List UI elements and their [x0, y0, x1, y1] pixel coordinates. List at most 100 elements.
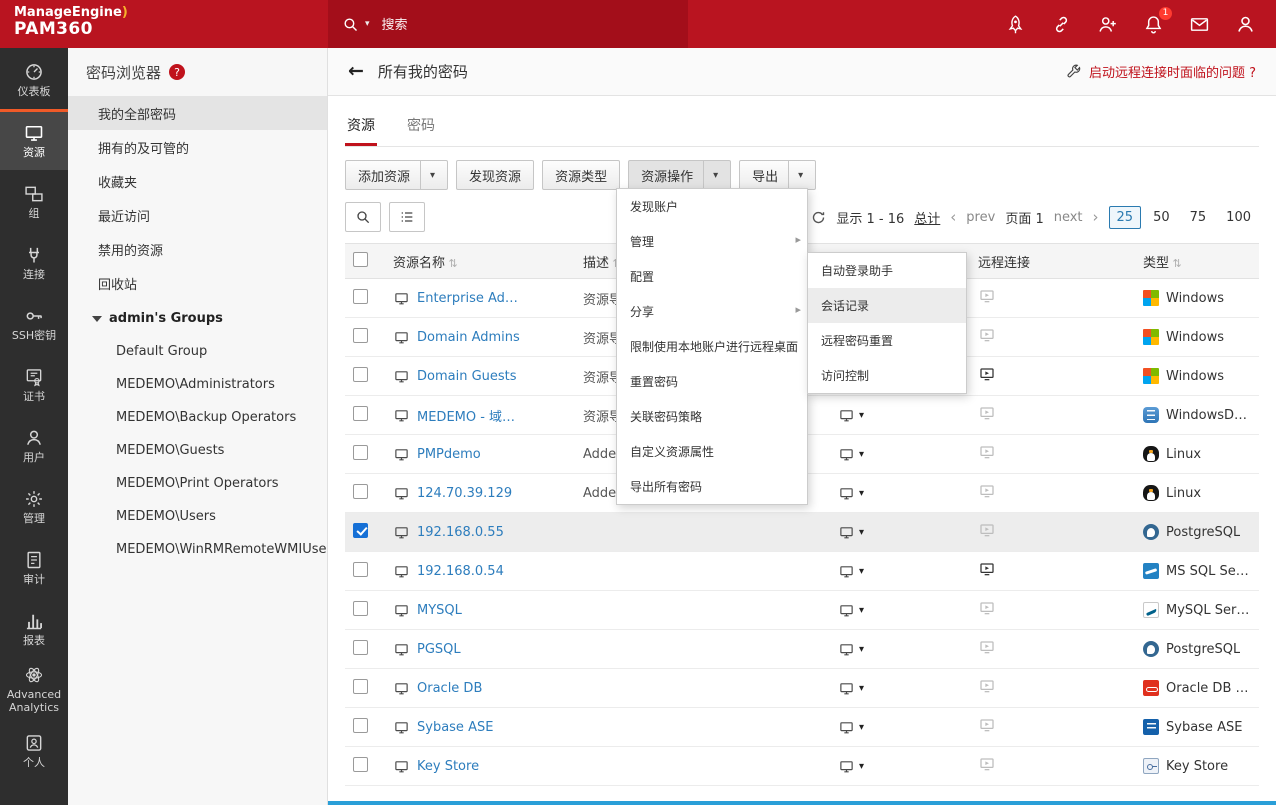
- row-checkbox[interactable]: [353, 289, 368, 304]
- menu-item[interactable]: 关联密码策略: [617, 399, 807, 434]
- sidebar-item[interactable]: 收藏夹: [68, 164, 327, 198]
- row-checkbox[interactable]: [353, 679, 368, 694]
- submenu-item[interactable]: 自动登录助手: [808, 253, 966, 288]
- remote-connect-icon[interactable]: [978, 483, 996, 499]
- remote-connect-icon[interactable]: [978, 405, 996, 421]
- sidebar-item[interactable]: 最近访问: [68, 198, 327, 232]
- row-checkbox[interactable]: [353, 757, 368, 772]
- link-icon[interactable]: [1051, 14, 1072, 35]
- remote-connection-help-link[interactable]: 启动远程连接时面临的问题 ?: [1065, 62, 1256, 81]
- resource-name-link[interactable]: Domain Guests: [417, 369, 517, 384]
- submenu-item[interactable]: 会话记录: [808, 288, 966, 323]
- row-checkbox[interactable]: [353, 718, 368, 733]
- next-button[interactable]: next: [1054, 210, 1083, 225]
- remote-connect-icon[interactable]: [978, 600, 996, 616]
- sidebar-group-item[interactable]: MEDEMO\Backup Operators: [68, 401, 327, 434]
- toolbar-button[interactable]: 添加资源: [345, 160, 448, 190]
- row-checkbox[interactable]: [353, 640, 368, 655]
- resource-name-link[interactable]: Oracle DB: [417, 681, 482, 696]
- nav-item-audit[interactable]: 审计: [0, 536, 68, 597]
- toolbar-button[interactable]: 导出: [739, 160, 816, 190]
- horizontal-scrollbar[interactable]: [328, 801, 1276, 805]
- select-all-checkbox[interactable]: [353, 252, 368, 267]
- sidebar-group-item[interactable]: MEDEMO\Administrators: [68, 368, 327, 401]
- remote-connect-icon[interactable]: [978, 444, 996, 460]
- resource-name-link[interactable]: Enterprise Ad…: [417, 291, 518, 306]
- menu-item[interactable]: 配置: [617, 259, 807, 294]
- menu-item[interactable]: 重置密码: [617, 364, 807, 399]
- row-checkbox[interactable]: [353, 367, 368, 382]
- row-checkbox[interactable]: [353, 445, 368, 460]
- resource-name-link[interactable]: Sybase ASE: [417, 720, 493, 735]
- remote-connect-icon[interactable]: [978, 756, 996, 772]
- remote-connect-icon[interactable]: [978, 561, 996, 577]
- prev-chevron-icon[interactable]: ‹: [950, 208, 956, 226]
- help-icon[interactable]: ?: [169, 64, 185, 80]
- sidebar-item[interactable]: 拥有的及可管的: [68, 130, 327, 164]
- back-arrow-icon[interactable]: ←: [348, 62, 364, 81]
- column-header[interactable]: 远程连接: [970, 244, 1135, 279]
- resource-actions-dropdown[interactable]: ▾: [838, 642, 864, 657]
- menu-item[interactable]: 自定义资源属性: [617, 434, 807, 469]
- resource-name-link[interactable]: PMPdemo: [417, 447, 481, 462]
- sidebar-item[interactable]: 回收站: [68, 266, 327, 300]
- remote-connect-icon[interactable]: [978, 639, 996, 655]
- tab[interactable]: 资源: [345, 108, 377, 146]
- remote-connect-icon[interactable]: [978, 522, 996, 538]
- remote-connect-icon[interactable]: [978, 288, 996, 304]
- resource-name-link[interactable]: 192.168.0.55: [417, 525, 504, 540]
- toolbar-button[interactable]: 资源操作: [628, 160, 731, 190]
- remote-connect-icon[interactable]: [978, 678, 996, 694]
- page-size-option[interactable]: 25: [1109, 206, 1142, 229]
- resource-name-link[interactable]: MYSQL: [417, 603, 462, 618]
- prev-button[interactable]: prev: [966, 210, 995, 225]
- total-link[interactable]: 总计: [914, 208, 940, 227]
- toolbar-button[interactable]: 资源类型: [542, 160, 620, 190]
- sidebar-item[interactable]: 禁用的资源: [68, 232, 327, 266]
- resource-actions-dropdown[interactable]: ▾: [838, 720, 864, 735]
- row-checkbox[interactable]: [353, 484, 368, 499]
- resource-actions-dropdown[interactable]: ▾: [838, 447, 864, 462]
- menu-item[interactable]: 管理: [617, 224, 807, 259]
- brand-logo[interactable]: ManageEngine) PAM360: [0, 0, 328, 48]
- resource-actions-dropdown[interactable]: ▾: [838, 759, 864, 774]
- resource-actions-dropdown[interactable]: ▾: [838, 603, 864, 618]
- menu-item[interactable]: 分享: [617, 294, 807, 329]
- next-chevron-icon[interactable]: ›: [1093, 208, 1099, 226]
- menu-item[interactable]: 发现账户: [617, 189, 807, 224]
- row-checkbox[interactable]: [353, 601, 368, 616]
- row-checkbox[interactable]: [353, 406, 368, 421]
- nav-item-advanced-analytics[interactable]: Advanced Analytics: [0, 658, 68, 719]
- nav-item-resources[interactable]: 资源: [0, 109, 68, 170]
- sidebar-group-item[interactable]: MEDEMO\Guests: [68, 434, 327, 467]
- submenu-item[interactable]: 远程密码重置: [808, 323, 966, 358]
- resource-actions-dropdown[interactable]: ▾: [838, 525, 864, 540]
- search-scope-caret-icon[interactable]: ▾: [365, 19, 370, 29]
- resource-name-link[interactable]: PGSQL: [417, 642, 461, 657]
- nav-item-dashboard[interactable]: 仪表板: [0, 48, 68, 109]
- submenu-item[interactable]: 访问控制: [808, 358, 966, 393]
- add-user-icon[interactable]: [1097, 14, 1118, 35]
- sidebar-item[interactable]: 我的全部密码: [68, 96, 327, 130]
- rocket-icon[interactable]: [1005, 14, 1026, 35]
- refresh-icon[interactable]: [811, 210, 826, 225]
- sidebar-group-item[interactable]: MEDEMO\Print Operators: [68, 467, 327, 500]
- menu-item[interactable]: 导出所有密码: [617, 469, 807, 504]
- row-checkbox[interactable]: [353, 328, 368, 343]
- row-checkbox[interactable]: [353, 523, 368, 538]
- global-search-input[interactable]: [382, 17, 612, 32]
- nav-item-admin[interactable]: 管理: [0, 475, 68, 536]
- nav-item-certificates[interactable]: 证书: [0, 353, 68, 414]
- remote-connect-icon[interactable]: [978, 366, 996, 382]
- page-size-option[interactable]: 100: [1218, 206, 1259, 229]
- toolbar-button[interactable]: 发现资源: [456, 160, 534, 190]
- remote-connect-icon[interactable]: [978, 327, 996, 343]
- resource-name-link[interactable]: MEDEMO - 域…: [417, 406, 515, 425]
- nav-item-reports[interactable]: 报表: [0, 597, 68, 658]
- nav-item-groups[interactable]: 组: [0, 170, 68, 231]
- resource-name-link[interactable]: Key Store: [417, 759, 479, 774]
- column-header[interactable]: 类型: [1135, 244, 1259, 279]
- sidebar-group-header[interactable]: admin's Groups: [68, 300, 327, 335]
- page-size-option[interactable]: 50: [1145, 206, 1178, 229]
- column-header[interactable]: 资源名称: [385, 244, 575, 279]
